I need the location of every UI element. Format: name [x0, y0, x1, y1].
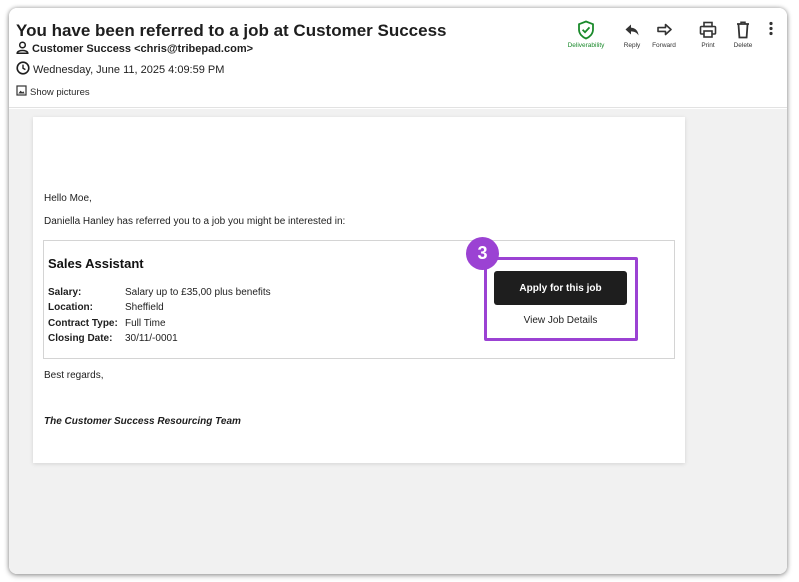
email-header: You have been referred to a job at Custo… — [9, 8, 787, 108]
detail-row-location: Location: Sheffield — [48, 300, 271, 315]
sender: Customer Success <chris@tribepad.com> — [32, 43, 254, 55]
date-row: Wednesday, June 11, 2025 4:09:59 PM — [16, 61, 224, 78]
detail-value: Salary up to £35,00 plus benefits — [125, 287, 271, 298]
detail-label: Location: — [48, 302, 93, 314]
more-options-button[interactable] — [764, 20, 778, 49]
closing: Best regards, — [44, 370, 104, 381]
detail-label: Closing Date: — [48, 332, 113, 344]
email-toolbar: Deliverability Reply Forward Print Delet… — [559, 20, 787, 49]
clock-icon — [16, 61, 33, 78]
reply-button[interactable]: Reply — [619, 20, 645, 49]
delete-icon — [735, 20, 751, 42]
job-title: Sales Assistant — [48, 256, 144, 271]
job-card: Sales Assistant Salary: Salary up to £35… — [43, 237, 675, 359]
apply-button[interactable]: Apply for this job — [494, 271, 627, 305]
delete-label: Delete — [733, 42, 753, 49]
step-number-badge: 3 — [466, 237, 499, 270]
email-content-card: Hello Moe, Daniella Hanley has referred … — [33, 117, 685, 463]
reply-icon — [624, 20, 640, 42]
sender-row: Customer Success <chris@tribepad.com> — [16, 41, 253, 57]
deliverability-label: Deliverability — [567, 42, 605, 49]
forward-icon — [656, 20, 672, 42]
greeting: Hello Moe, — [44, 193, 92, 204]
detail-value: 30/11/-0001 — [125, 332, 178, 344]
email-subject: You have been referred to a job at Custo… — [16, 21, 447, 40]
email-body-area: Hello Moe, Daniella Hanley has referred … — [9, 109, 787, 574]
shield-check-icon — [577, 20, 595, 42]
detail-value: Full Time — [125, 317, 166, 329]
image-icon — [16, 85, 30, 99]
reply-label: Reply — [623, 42, 641, 49]
detail-value: Sheffield — [125, 302, 164, 314]
detail-row-contract-type: Contract Type: Full Time — [48, 316, 271, 331]
view-job-details-link[interactable]: View Job Details — [494, 315, 627, 326]
print-icon — [699, 20, 717, 42]
step-highlight-box: Apply for this job View Job Details — [484, 257, 638, 341]
forward-label: Forward — [652, 42, 676, 49]
detail-label: Contract Type: — [48, 317, 118, 329]
email-date: Wednesday, June 11, 2025 4:09:59 PM — [33, 63, 225, 76]
detail-row-salary: Salary: Salary up to £35,00 plus benefit… — [48, 285, 271, 300]
referral-intro: Daniella Hanley has referred you to a jo… — [44, 216, 346, 227]
delete-button[interactable]: Delete — [730, 20, 756, 49]
more-vertical-icon — [767, 20, 775, 42]
person-icon — [16, 41, 32, 57]
print-label: Print — [701, 42, 715, 49]
forward-button[interactable]: Forward — [648, 20, 680, 49]
deliverability-button[interactable]: Deliverability — [559, 20, 613, 49]
show-pictures-link[interactable]: Show pictures — [16, 85, 90, 99]
email-window: You have been referred to a job at Custo… — [9, 8, 787, 574]
signature: The Customer Success Resourcing Team — [44, 416, 241, 427]
detail-label: Salary: — [48, 287, 82, 298]
print-button[interactable]: Print — [697, 20, 719, 49]
detail-row-closing-date: Closing Date: 30/11/-0001 — [48, 331, 271, 346]
job-details: Salary: Salary up to £35,00 plus benefit… — [48, 285, 271, 346]
show-pictures-label: Show pictures — [30, 86, 90, 98]
